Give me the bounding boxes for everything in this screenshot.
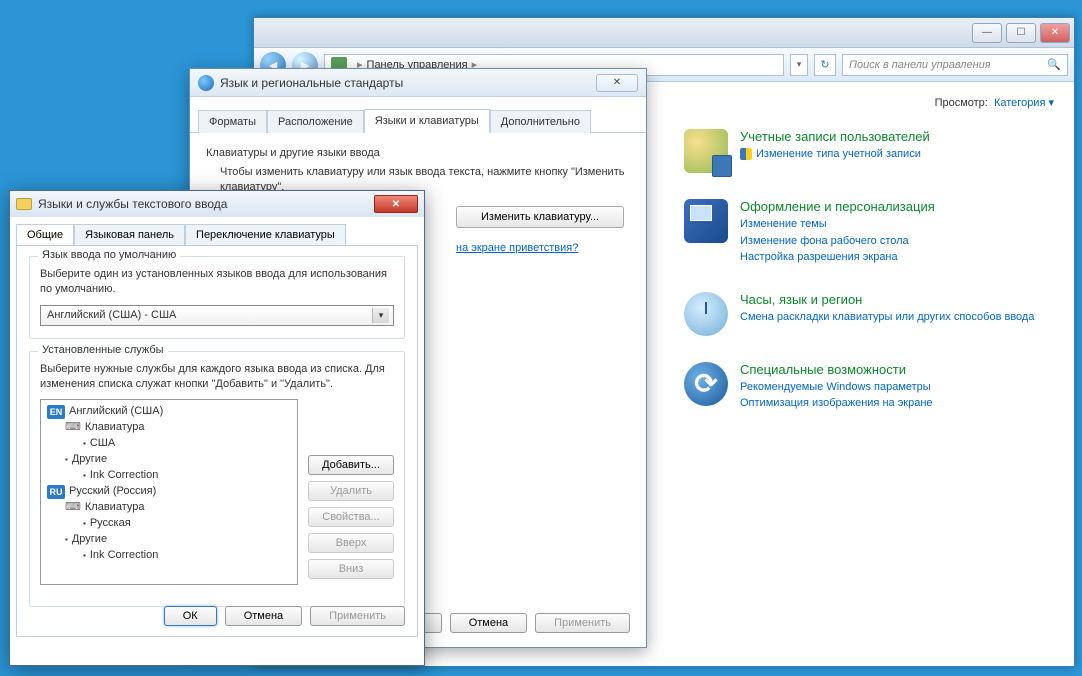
- users-icon: [684, 129, 728, 173]
- move-down-button[interactable]: Вниз: [308, 559, 394, 579]
- category-link[interactable]: Изменение типа учетной записи: [740, 146, 930, 163]
- cancel-button[interactable]: Отмена: [225, 606, 302, 626]
- tab-administrative[interactable]: Дополнительно: [490, 110, 591, 133]
- tree-layout-us[interactable]: США: [83, 436, 291, 452]
- installed-services-group: Установленные службы Выберите нужные слу…: [29, 351, 405, 607]
- remove-button[interactable]: Удалить: [308, 481, 394, 501]
- maximize-button[interactable]: ☐: [1006, 23, 1036, 43]
- welcome-screen-link[interactable]: на экране приветствия?: [456, 242, 578, 254]
- change-keyboard-button[interactable]: Изменить клавиатуру...: [456, 206, 624, 228]
- reg-tabstrip: Форматы Расположение Языки и клавиатуры …: [190, 105, 646, 133]
- category-title[interactable]: Часы, язык и регион: [740, 292, 1034, 307]
- search-icon: 🔍: [1047, 58, 1061, 71]
- tree-lang-ru[interactable]: RUРусский (Россия): [47, 484, 291, 500]
- reg-title-text: Язык и региональные стандарты: [220, 76, 403, 90]
- properties-button[interactable]: Свойства...: [308, 507, 394, 527]
- ts-footer: ОК Отмена Применить: [164, 606, 405, 626]
- services-tree[interactable]: ENАнглийский (США) Клавиатура США Другие…: [40, 399, 298, 585]
- tree-other-node[interactable]: Другие: [65, 452, 291, 468]
- close-button[interactable]: ✕: [374, 195, 418, 213]
- reg-titlebar: Язык и региональные стандарты ✕: [190, 69, 646, 97]
- ts-panel: Язык ввода по умолчанию Выберите один из…: [16, 245, 418, 637]
- en-badge-icon: EN: [47, 405, 65, 419]
- category-link[interactable]: Изменение темы: [740, 216, 935, 233]
- shield-icon: [740, 148, 752, 160]
- text-services-dialog: Языки и службы текстового ввода ✕ Общие …: [9, 190, 425, 666]
- category-title[interactable]: Учетные записи пользователей: [740, 129, 930, 144]
- group-label: Установленные службы: [38, 344, 168, 356]
- view-label: Просмотр:: [935, 97, 988, 109]
- category-ease-of-access: Специальные возможности Рекомендуемые Wi…: [684, 362, 1054, 412]
- tree-layout-russian[interactable]: Русская: [83, 516, 291, 532]
- close-button[interactable]: ✕: [596, 74, 638, 92]
- default-lang-desc: Выберите один из установленных языков вв…: [40, 267, 394, 297]
- tab-location[interactable]: Расположение: [267, 110, 364, 133]
- keyboard-icon: [16, 198, 32, 210]
- clock-icon: [684, 292, 728, 336]
- tab-advanced-keys[interactable]: Переключение клавиатуры: [185, 224, 346, 246]
- add-button[interactable]: Добавить...: [308, 455, 394, 475]
- search-input[interactable]: Поиск в панели управления 🔍: [842, 54, 1068, 76]
- cancel-button[interactable]: Отмена: [450, 613, 527, 633]
- ts-title-text: Языки и службы текстового ввода: [38, 197, 227, 211]
- ok-button[interactable]: ОК: [164, 606, 217, 626]
- tree-keyboard-node[interactable]: Клавиатура: [65, 420, 291, 436]
- tree-keyboard-node[interactable]: Клавиатура: [65, 500, 291, 516]
- apply-button[interactable]: Применить: [535, 613, 630, 633]
- tab-language-bar[interactable]: Языковая панель: [74, 224, 185, 246]
- tree-lang-en[interactable]: ENАнглийский (США): [47, 404, 291, 420]
- tab-formats[interactable]: Форматы: [198, 110, 267, 133]
- category-user-accounts: Учетные записи пользователей Изменение т…: [684, 129, 1054, 173]
- category-link[interactable]: Оптимизация изображения на экране: [740, 395, 933, 412]
- category-link[interactable]: Смена раскладки клавиатуры или других сп…: [740, 309, 1034, 326]
- tab-general[interactable]: Общие: [16, 224, 74, 246]
- view-mode-dropdown[interactable]: Категория ▾: [994, 97, 1054, 109]
- globe-icon: [198, 75, 214, 91]
- appearance-icon: [684, 199, 728, 243]
- close-button[interactable]: ✕: [1040, 23, 1070, 43]
- cp-titlebar: — ☐ ✕: [254, 18, 1074, 48]
- tree-ink-correction[interactable]: Ink Correction: [83, 468, 291, 484]
- minimize-button[interactable]: —: [972, 23, 1002, 43]
- group-label: Язык ввода по умолчанию: [38, 249, 180, 261]
- default-language-group: Язык ввода по умолчанию Выберите один из…: [29, 256, 405, 339]
- category-clock-lang-region: Часы, язык и регион Смена раскладки клав…: [684, 292, 1054, 336]
- tree-ink-correction[interactable]: Ink Correction: [83, 548, 291, 564]
- category-appearance: Оформление и персонализация Изменение те…: [684, 199, 1054, 266]
- tab-keyboards-languages[interactable]: Языки и клавиатуры: [364, 109, 490, 133]
- ru-badge-icon: RU: [47, 485, 65, 499]
- category-title[interactable]: Специальные возможности: [740, 362, 933, 377]
- refresh-button[interactable]: ↻: [814, 54, 836, 76]
- category-title[interactable]: Оформление и персонализация: [740, 199, 935, 214]
- tree-other-node[interactable]: Другие: [65, 532, 291, 548]
- category-link[interactable]: Изменение фона рабочего стола: [740, 233, 935, 250]
- ts-tabstrip: Общие Языковая панель Переключение клави…: [10, 217, 424, 245]
- category-link[interactable]: Рекомендуемые Windows параметры: [740, 379, 933, 396]
- apply-button[interactable]: Применить: [310, 606, 405, 626]
- category-link[interactable]: Настройка разрешения экрана: [740, 249, 935, 266]
- breadcrumb-dropdown[interactable]: ▾: [790, 54, 808, 76]
- search-placeholder: Поиск в панели управления: [849, 59, 991, 71]
- move-up-button[interactable]: Вверх: [308, 533, 394, 553]
- ts-titlebar: Языки и службы текстового ввода ✕: [10, 191, 424, 217]
- default-language-select[interactable]: Английский (США) - США: [40, 305, 394, 326]
- kb-group-title: Клавиатуры и другие языки ввода: [206, 147, 630, 159]
- installed-desc: Выберите нужные службы для каждого языка…: [40, 362, 394, 392]
- tree-side-buttons: Добавить... Удалить Свойства... Вверх Вн…: [308, 399, 394, 585]
- access-icon: [684, 362, 728, 406]
